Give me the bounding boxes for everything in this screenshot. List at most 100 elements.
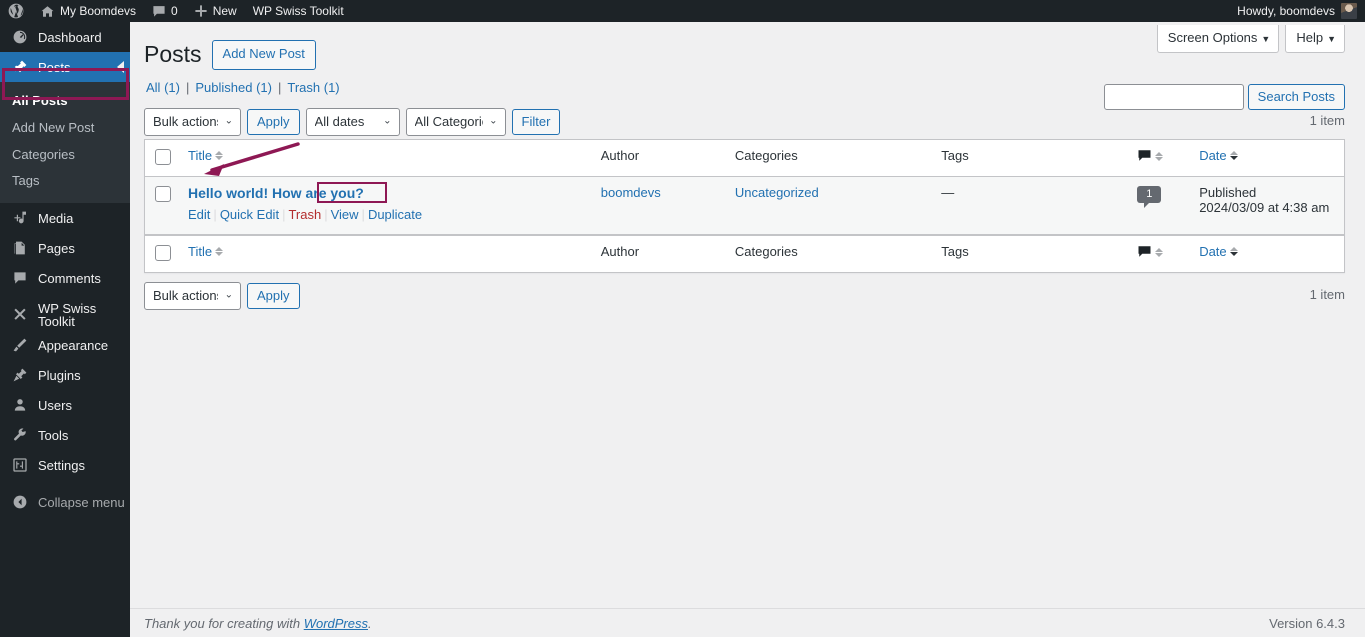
adminbar-wp-swiss-toolkit[interactable]: WP Swiss Toolkit [245,0,352,22]
wordpress-link[interactable]: WordPress [304,616,368,631]
media-icon [10,210,30,226]
post-title-link[interactable]: Hello world! How are you? [188,185,364,201]
column-footer-tags: Tags [931,234,1128,272]
category-filter-select-wrap: All Categories ⌄ [405,107,506,136]
sidebar-subitem-tags[interactable]: Tags [0,168,130,195]
sidebar-item-posts[interactable]: Posts [0,52,130,82]
sort-indicator-icon [1229,246,1238,256]
sidebar-collapse-menu-button[interactable]: Collapse menu [0,487,130,517]
view-all-label: All [146,79,161,95]
row-action-quick-edit[interactable]: Quick Edit [220,207,279,222]
sort-comments-link-bottom[interactable] [1137,244,1164,261]
sidebar-item-settings[interactable]: Settings [0,450,130,480]
sidebar-item-appearance[interactable]: Appearance [0,330,130,360]
user-icon [10,397,30,413]
dashboard-icon [10,29,30,45]
bulk-actions-select-top[interactable]: Bulk actions [144,107,241,136]
adminbar-wp-logo[interactable] [0,0,32,22]
sort-title-link-top[interactable]: Title [188,147,224,163]
sidebar-subitem-categories[interactable]: Categories [0,142,130,169]
adminbar-comments[interactable]: 0 [144,0,186,22]
sidebar-item-label: Pages [38,240,75,256]
sort-indicator-icon [1155,247,1164,257]
view-trash-count: (1) [323,79,340,95]
adminbar-new-label: New [212,4,237,18]
row-action-divider: | [361,206,365,222]
bulk-actions-select-wrap: Bulk actions ⌄ [144,107,241,136]
comment-bubble-icon [152,4,166,18]
filter-button[interactable]: Filter [511,108,561,135]
add-new-post-button[interactable]: Add New Post [211,40,316,70]
sidebar-item-comments[interactable]: Comments [0,263,130,293]
column-header-comments[interactable] [1127,140,1190,177]
screen-options-button[interactable]: Screen Options ▼ [1156,25,1280,54]
column-header-date[interactable]: Date [1189,140,1344,177]
adminbar-new-content[interactable]: New [186,0,245,22]
sidebar-item-tools[interactable]: Tools [0,420,130,450]
view-link-all[interactable]: All (1) [146,80,180,95]
sidebar-item-plugins[interactable]: Plugins [0,360,130,390]
displaying-num-bottom: 1 item [1309,286,1345,302]
adminbar-site-name-label: My Boomdevs [60,4,137,18]
view-link-published[interactable]: Published (1) [195,80,272,95]
sidebar-item-wp-swiss-toolkit[interactable]: WP Swiss Toolkit [0,300,130,330]
adminbar-site-name[interactable]: My Boomdevs [32,0,144,22]
post-author-link[interactable]: boomdevs [601,185,661,200]
comment-count-badge[interactable]: 1 [1137,185,1162,208]
help-button[interactable]: Help ▼ [1285,25,1345,54]
column-footer-date[interactable]: Date [1189,234,1344,272]
row-date-cell: Published 2024/03/09 at 4:38 am [1189,177,1344,235]
avatar[interactable] [1341,3,1357,19]
column-footer-title[interactable]: Title [178,234,591,272]
row-title-cell: Hello world! How are you? Edit | Quick Edi… [178,177,591,235]
admin-bar: My Boomdevs 0 New WP Swiss Toolkit Howdy… [0,0,1365,22]
column-title-label: Title [188,147,213,163]
apply-button-bottom[interactable]: Apply [247,282,300,309]
admin-footer: Thank you for creating with WordPress. V… [130,608,1365,637]
sort-indicator-icon [215,150,224,160]
sidebar-collapse-label: Collapse menu [38,494,125,510]
bulk-actions-select-bottom[interactable]: Bulk actions [144,281,241,310]
apply-button-top[interactable]: Apply [247,108,300,135]
category-filter-select[interactable]: All Categories [405,107,506,136]
view-separator: | [277,79,282,95]
sort-title-link-bottom[interactable]: Title [188,244,224,259]
sidebar-item-label: Plugins [38,367,81,383]
sidebar-item-dashboard[interactable]: Dashboard [0,22,130,52]
view-published-count: (1) [256,79,272,95]
sidebar-subitem-all-posts[interactable]: All Posts [0,88,130,115]
screen-options-label: Screen Options [1167,30,1258,45]
row-checkbox[interactable] [155,185,171,202]
adminbar-my-account[interactable]: Howdy, boomdevs [1229,0,1335,22]
select-all-checkbox-top[interactable] [155,148,171,165]
footer-thanks-suffix: . [368,615,372,631]
comment-bubble-icon [10,270,30,286]
row-action-view[interactable]: View [331,207,359,222]
post-category-link[interactable]: Uncategorized [735,185,819,200]
sidebar-item-users[interactable]: Users [0,390,130,420]
view-link-trash[interactable]: Trash (1) [287,80,339,95]
sidebar-item-label: Tools [38,427,69,443]
sort-date-link-top[interactable]: Date [1199,148,1238,163]
sidebar-item-pages[interactable]: Pages [0,233,130,263]
select-all-checkbox-bottom[interactable] [155,244,171,261]
posts-table-body: Hello world! How are you? Edit | Quick Edi… [145,176,1344,235]
row-action-duplicate[interactable]: Duplicate [368,207,422,222]
comment-bubble-icon [1137,148,1152,165]
sidebar-item-media[interactable]: Media [0,203,130,233]
column-footer-comments[interactable] [1127,234,1190,272]
select-all-header-top [145,140,179,177]
sidebar-subitem-add-new-post[interactable]: Add New Post [0,115,130,142]
row-action-trash[interactable]: Trash [288,207,321,222]
wordpress-logo-icon [8,3,24,19]
column-header-title[interactable]: Title [178,140,591,177]
view-published-label: Published [195,79,253,95]
footer-thankyou-text: Thank you for creating with WordPress. [144,616,372,631]
row-action-edit[interactable]: Edit [188,207,210,222]
main-content-area: Screen Options ▼ Help ▼ Posts Add New Post… [130,22,1365,637]
sort-date-link-bottom[interactable]: Date [1199,244,1238,259]
date-filter-select-wrap: All dates ⌄ [305,107,400,136]
posts-table: Title Author Categories Tags Date Hello … [144,138,1345,273]
sort-comments-link-top[interactable] [1137,148,1164,165]
date-filter-select[interactable]: All dates [305,107,400,136]
